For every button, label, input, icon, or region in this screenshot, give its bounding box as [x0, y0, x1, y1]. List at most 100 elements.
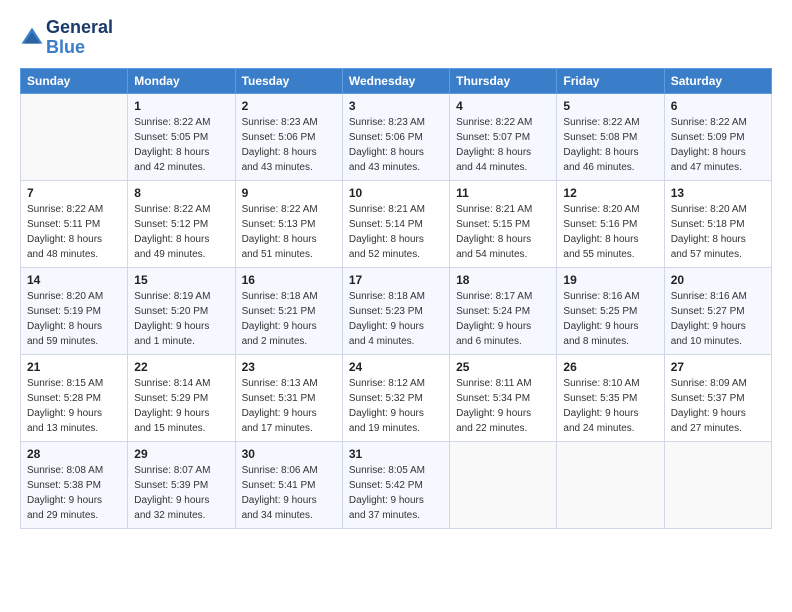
day-info: Sunrise: 8:18 AM Sunset: 5:21 PM Dayligh…: [242, 289, 336, 349]
day-number: 23: [242, 360, 336, 374]
day-number: 11: [456, 186, 550, 200]
day-info: Sunrise: 8:14 AM Sunset: 5:29 PM Dayligh…: [134, 376, 228, 436]
calendar-cell: 3 Sunrise: 8:23 AM Sunset: 5:06 PM Daylig…: [342, 93, 449, 180]
calendar-cell: [450, 441, 557, 528]
calendar-cell: 19Sunrise: 8:16 AM Sunset: 5:25 PM Dayli…: [557, 267, 664, 354]
day-info: Sunrise: 8:17 AM Sunset: 5:24 PM Dayligh…: [456, 289, 550, 349]
day-number: 26: [563, 360, 657, 374]
calendar-cell: 8 Sunrise: 8:22 AM Sunset: 5:12 PM Daylig…: [128, 180, 235, 267]
calendar-page: General Blue SundayMondayTuesdayWednesda…: [0, 0, 792, 612]
day-info: Sunrise: 8:19 AM Sunset: 5:20 PM Dayligh…: [134, 289, 228, 349]
day-info: Sunrise: 8:20 AM Sunset: 5:19 PM Dayligh…: [27, 289, 121, 349]
day-info: Sunrise: 8:10 AM Sunset: 5:35 PM Dayligh…: [563, 376, 657, 436]
day-info: Sunrise: 8:22 AM Sunset: 5:08 PM Dayligh…: [563, 115, 657, 175]
header: General Blue: [20, 18, 772, 58]
calendar-cell: 11 Sunrise: 8:21 AM Sunset: 5:15 PM Dayli…: [450, 180, 557, 267]
calendar-cell: 26 Sunrise: 8:10 AM Sunset: 5:35 PM Dayli…: [557, 354, 664, 441]
day-info: Sunrise: 8:22 AM Sunset: 5:12 PM Dayligh…: [134, 202, 228, 262]
day-info: Sunrise: 8:21 AM Sunset: 5:15 PM Dayligh…: [456, 202, 550, 262]
calendar-cell: 7 Sunrise: 8:22 AM Sunset: 5:11 PM Daylig…: [21, 180, 128, 267]
logo-line1: General: [46, 18, 113, 38]
day-number: 5: [563, 99, 657, 113]
day-info: Sunrise: 8:23 AM Sunset: 5:06 PM Dayligh…: [242, 115, 336, 175]
calendar-cell: [664, 441, 771, 528]
calendar-cell: 20Sunrise: 8:16 AM Sunset: 5:27 PM Dayli…: [664, 267, 771, 354]
day-number: 29: [134, 447, 228, 461]
day-number: 14: [27, 273, 121, 287]
day-number: 3: [349, 99, 443, 113]
day-number: 27: [671, 360, 765, 374]
day-info: Sunrise: 8:22 AM Sunset: 5:09 PM Dayligh…: [671, 115, 765, 175]
day-info: Sunrise: 8:21 AM Sunset: 5:14 PM Dayligh…: [349, 202, 443, 262]
day-number: 7: [27, 186, 121, 200]
day-info: Sunrise: 8:22 AM Sunset: 5:05 PM Dayligh…: [134, 115, 228, 175]
day-info: Sunrise: 8:22 AM Sunset: 5:07 PM Dayligh…: [456, 115, 550, 175]
calendar-cell: 13 Sunrise: 8:20 AM Sunset: 5:18 PM Dayli…: [664, 180, 771, 267]
week-row-4: 21Sunrise: 8:15 AM Sunset: 5:28 PM Dayli…: [21, 354, 772, 441]
week-row-3: 14 Sunrise: 8:20 AM Sunset: 5:19 PM Dayli…: [21, 267, 772, 354]
day-info: Sunrise: 8:08 AM Sunset: 5:38 PM Dayligh…: [27, 463, 121, 523]
day-number: 28: [27, 447, 121, 461]
day-number: 12: [563, 186, 657, 200]
col-header-sunday: Sunday: [21, 68, 128, 93]
calendar-cell: 9Sunrise: 8:22 AM Sunset: 5:13 PM Daylig…: [235, 180, 342, 267]
day-info: Sunrise: 8:12 AM Sunset: 5:32 PM Dayligh…: [349, 376, 443, 436]
day-number: 22: [134, 360, 228, 374]
day-info: Sunrise: 8:15 AM Sunset: 5:28 PM Dayligh…: [27, 376, 121, 436]
calendar-cell: [557, 441, 664, 528]
day-info: Sunrise: 8:07 AM Sunset: 5:39 PM Dayligh…: [134, 463, 228, 523]
calendar-cell: 27Sunrise: 8:09 AM Sunset: 5:37 PM Dayli…: [664, 354, 771, 441]
day-info: Sunrise: 8:20 AM Sunset: 5:18 PM Dayligh…: [671, 202, 765, 262]
calendar-cell: 21Sunrise: 8:15 AM Sunset: 5:28 PM Dayli…: [21, 354, 128, 441]
day-number: 30: [242, 447, 336, 461]
day-number: 13: [671, 186, 765, 200]
day-info: Sunrise: 8:11 AM Sunset: 5:34 PM Dayligh…: [456, 376, 550, 436]
calendar-cell: 6Sunrise: 8:22 AM Sunset: 5:09 PM Daylig…: [664, 93, 771, 180]
day-number: 15: [134, 273, 228, 287]
calendar-cell: 4 Sunrise: 8:22 AM Sunset: 5:07 PM Daylig…: [450, 93, 557, 180]
day-number: 4: [456, 99, 550, 113]
day-info: Sunrise: 8:20 AM Sunset: 5:16 PM Dayligh…: [563, 202, 657, 262]
day-number: 16: [242, 273, 336, 287]
calendar-cell: 29 Sunrise: 8:07 AM Sunset: 5:39 PM Dayli…: [128, 441, 235, 528]
calendar-cell: [21, 93, 128, 180]
logo-line2: Blue: [46, 38, 113, 58]
calendar-cell: 1Sunrise: 8:22 AM Sunset: 5:05 PM Daylig…: [128, 93, 235, 180]
col-header-friday: Friday: [557, 68, 664, 93]
day-info: Sunrise: 8:22 AM Sunset: 5:11 PM Dayligh…: [27, 202, 121, 262]
calendar-table: SundayMondayTuesdayWednesdayThursdayFrid…: [20, 68, 772, 529]
calendar-cell: 24 Sunrise: 8:12 AM Sunset: 5:32 PM Dayli…: [342, 354, 449, 441]
day-number: 24: [349, 360, 443, 374]
day-info: Sunrise: 8:23 AM Sunset: 5:06 PM Dayligh…: [349, 115, 443, 175]
calendar-cell: 15 Sunrise: 8:19 AM Sunset: 5:20 PM Dayli…: [128, 267, 235, 354]
day-number: 31: [349, 447, 443, 461]
day-number: 2: [242, 99, 336, 113]
calendar-cell: 10 Sunrise: 8:21 AM Sunset: 5:14 PM Dayli…: [342, 180, 449, 267]
logo-icon: [20, 26, 44, 50]
logo: General Blue: [20, 18, 113, 58]
calendar-cell: 18 Sunrise: 8:17 AM Sunset: 5:24 PM Dayli…: [450, 267, 557, 354]
calendar-cell: 16 Sunrise: 8:18 AM Sunset: 5:21 PM Dayli…: [235, 267, 342, 354]
day-number: 19: [563, 273, 657, 287]
day-info: Sunrise: 8:05 AM Sunset: 5:42 PM Dayligh…: [349, 463, 443, 523]
col-header-saturday: Saturday: [664, 68, 771, 93]
week-row-2: 7 Sunrise: 8:22 AM Sunset: 5:11 PM Daylig…: [21, 180, 772, 267]
header-row: SundayMondayTuesdayWednesdayThursdayFrid…: [21, 68, 772, 93]
week-row-5: 28 Sunrise: 8:08 AM Sunset: 5:38 PM Dayli…: [21, 441, 772, 528]
day-info: Sunrise: 8:18 AM Sunset: 5:23 PM Dayligh…: [349, 289, 443, 349]
day-number: 18: [456, 273, 550, 287]
week-row-1: 1Sunrise: 8:22 AM Sunset: 5:05 PM Daylig…: [21, 93, 772, 180]
day-number: 10: [349, 186, 443, 200]
day-info: Sunrise: 8:13 AM Sunset: 5:31 PM Dayligh…: [242, 376, 336, 436]
calendar-cell: 23 Sunrise: 8:13 AM Sunset: 5:31 PM Dayli…: [235, 354, 342, 441]
day-number: 20: [671, 273, 765, 287]
col-header-tuesday: Tuesday: [235, 68, 342, 93]
calendar-cell: 2 Sunrise: 8:23 AM Sunset: 5:06 PM Daylig…: [235, 93, 342, 180]
day-number: 25: [456, 360, 550, 374]
day-number: 8: [134, 186, 228, 200]
col-header-wednesday: Wednesday: [342, 68, 449, 93]
day-number: 9: [242, 186, 336, 200]
day-number: 17: [349, 273, 443, 287]
calendar-cell: 31 Sunrise: 8:05 AM Sunset: 5:42 PM Dayli…: [342, 441, 449, 528]
calendar-cell: 5 Sunrise: 8:22 AM Sunset: 5:08 PM Daylig…: [557, 93, 664, 180]
